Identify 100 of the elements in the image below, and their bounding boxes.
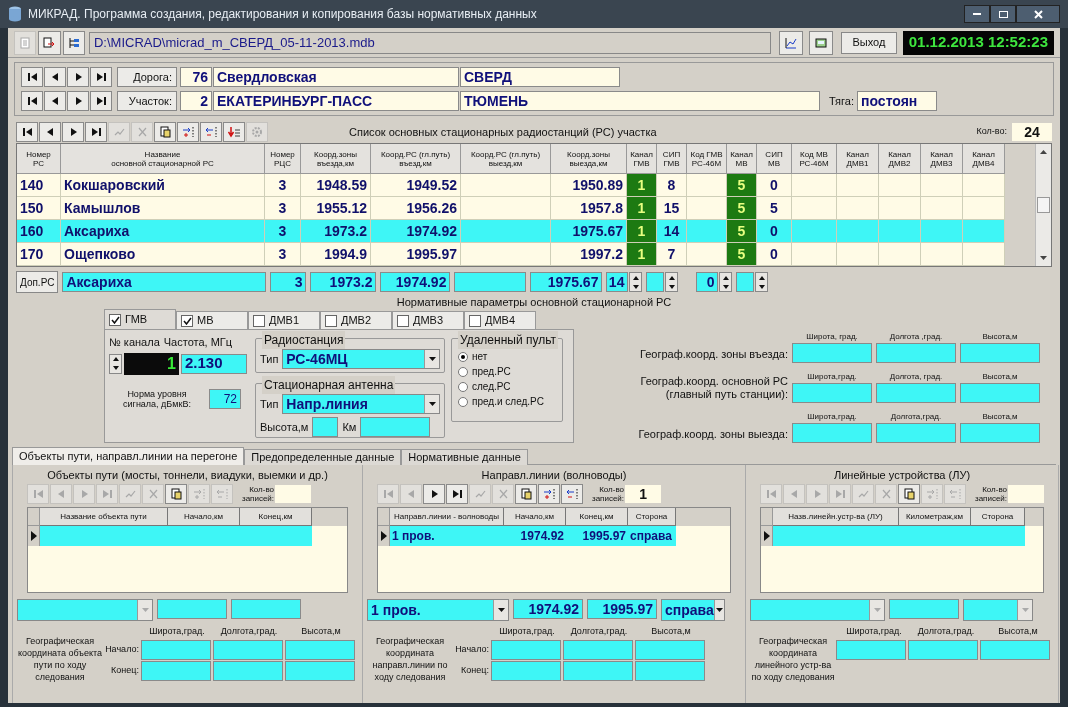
- input-field[interactable]: [491, 639, 561, 660]
- input-field[interactable]: 2.130: [181, 353, 247, 374]
- input-field[interactable]: [563, 660, 633, 681]
- column-header[interactable]: СИП МВ: [757, 144, 792, 174]
- input-field[interactable]: [563, 639, 633, 660]
- scrollbar[interactable]: [1035, 144, 1051, 266]
- table-row[interactable]: 150 Камышлов 3 1955.12 1956.26 1957.8 1 15 5 5: [17, 197, 1005, 220]
- input-field[interactable]: 1995.97: [587, 599, 657, 619]
- input-field[interactable]: [876, 343, 956, 363]
- column-header[interactable]: Канал МВ: [727, 144, 757, 174]
- column-header[interactable]: Канал ДМВ4: [963, 144, 1005, 174]
- spinner-button[interactable]: [629, 272, 643, 292]
- input-field[interactable]: [635, 639, 705, 660]
- column-header[interactable]: Конец,км: [566, 508, 628, 526]
- input-field[interactable]: [157, 599, 227, 619]
- input-field[interactable]: [231, 599, 301, 619]
- input-field[interactable]: [360, 417, 431, 437]
- lookup-button[interactable]: Участок:: [117, 91, 177, 111]
- input-field[interactable]: [960, 383, 1040, 403]
- first-record-button[interactable]: [16, 122, 38, 142]
- column-header[interactable]: Направл.линии - волноводы: [390, 508, 504, 526]
- input-field[interactable]: 72: [209, 388, 241, 409]
- minimize-button[interactable]: [964, 5, 990, 23]
- next-record-button[interactable]: [423, 484, 445, 504]
- radio-button[interactable]: [458, 381, 468, 392]
- save-button[interactable]: [809, 30, 834, 55]
- checkbox[interactable]: [469, 314, 481, 327]
- input-field[interactable]: 1973.2: [310, 272, 377, 292]
- dropdown-button[interactable]: [493, 600, 508, 620]
- band-tab[interactable]: ДМВ1: [248, 311, 320, 329]
- copy-button[interactable]: [515, 484, 537, 504]
- input-field[interactable]: [980, 639, 1050, 660]
- row-selector[interactable]: [28, 526, 40, 546]
- column-header[interactable]: Сторона: [628, 508, 676, 526]
- column-header[interactable]: Канал ГМВ: [627, 144, 657, 174]
- input-field[interactable]: 1975.67: [530, 272, 603, 292]
- input-field[interactable]: 76: [180, 67, 212, 87]
- input-field[interactable]: 1974.92: [513, 599, 583, 619]
- lookup-button[interactable]: Дорога:: [117, 67, 177, 87]
- input-field[interactable]: 1974.92: [380, 272, 451, 292]
- input-field[interactable]: [792, 343, 872, 363]
- checkbox[interactable]: [325, 314, 337, 327]
- next-record-button[interactable]: [62, 122, 84, 142]
- add-station-button[interactable]: Доп.РС: [16, 271, 59, 293]
- last-record-button[interactable]: [90, 91, 112, 111]
- column-header[interactable]: Код МВ РС-46М: [792, 144, 837, 174]
- spinner-button[interactable]: [665, 272, 679, 292]
- previous-record-button[interactable]: [44, 67, 66, 87]
- band-tab[interactable]: ДМВ2: [320, 311, 392, 329]
- exit-button[interactable]: Выход: [841, 31, 897, 54]
- copy-button[interactable]: [165, 484, 187, 504]
- input-field[interactable]: [491, 660, 561, 681]
- copy-button[interactable]: [154, 122, 176, 142]
- input-field[interactable]: СВЕРД: [460, 67, 620, 87]
- column-header[interactable]: Коорд.зоны выезда,км: [551, 144, 627, 174]
- last-record-button[interactable]: [446, 484, 468, 504]
- column-header[interactable]: Начало,км: [504, 508, 566, 526]
- input-field[interactable]: постоян: [857, 91, 937, 111]
- input-field[interactable]: [876, 383, 956, 403]
- remove-record-button[interactable]: [561, 484, 583, 504]
- dropdown[interactable]: РС-46МЦ: [282, 349, 440, 369]
- column-header[interactable]: Название объекта пути: [40, 508, 168, 526]
- last-record-button[interactable]: [90, 67, 112, 87]
- first-record-button[interactable]: [21, 91, 43, 111]
- input-field[interactable]: [285, 660, 355, 681]
- input-field[interactable]: Свердловская: [213, 67, 459, 87]
- column-header[interactable]: Километраж,км: [899, 508, 971, 526]
- column-header[interactable]: СИП ГМВ: [657, 144, 687, 174]
- tab[interactable]: Нормативные данные: [401, 449, 528, 465]
- dropdown-button[interactable]: [713, 600, 724, 620]
- input-field[interactable]: ТЮМЕНЬ: [460, 91, 820, 111]
- dropdown-button[interactable]: [424, 350, 439, 368]
- input-field[interactable]: [635, 660, 705, 681]
- export-button[interactable]: [38, 30, 61, 55]
- dropdown[interactable]: [963, 599, 1033, 621]
- band-tab[interactable]: ДМВ4: [464, 311, 536, 329]
- input-field[interactable]: [312, 417, 339, 437]
- input-field[interactable]: [876, 423, 956, 443]
- input-field[interactable]: 14: [606, 272, 629, 292]
- input-field[interactable]: [141, 639, 211, 660]
- input-field[interactable]: [454, 272, 527, 292]
- input-field[interactable]: 2: [180, 91, 212, 111]
- close-button[interactable]: [1016, 5, 1060, 23]
- tree-button[interactable]: [62, 30, 85, 55]
- next-record-button[interactable]: [67, 91, 89, 111]
- column-header[interactable]: Начало,км: [168, 508, 240, 526]
- first-record-button[interactable]: [21, 67, 43, 87]
- input-field[interactable]: [736, 272, 755, 292]
- table-row[interactable]: 160 Аксариха 3 1973.2 1974.92 1975.67 1 14 5 0: [17, 220, 1005, 243]
- spinner-button[interactable]: [755, 272, 769, 292]
- row-selector[interactable]: [761, 526, 773, 546]
- row-selector[interactable]: [378, 526, 390, 546]
- dropdown[interactable]: [750, 599, 885, 621]
- input-field[interactable]: [960, 423, 1040, 443]
- input-field[interactable]: [836, 639, 906, 660]
- band-tab[interactable]: ГМВ: [104, 309, 176, 329]
- input-field[interactable]: [213, 639, 283, 660]
- input-field[interactable]: [646, 272, 665, 292]
- dropdown[interactable]: [17, 599, 153, 621]
- checkbox[interactable]: [181, 314, 193, 327]
